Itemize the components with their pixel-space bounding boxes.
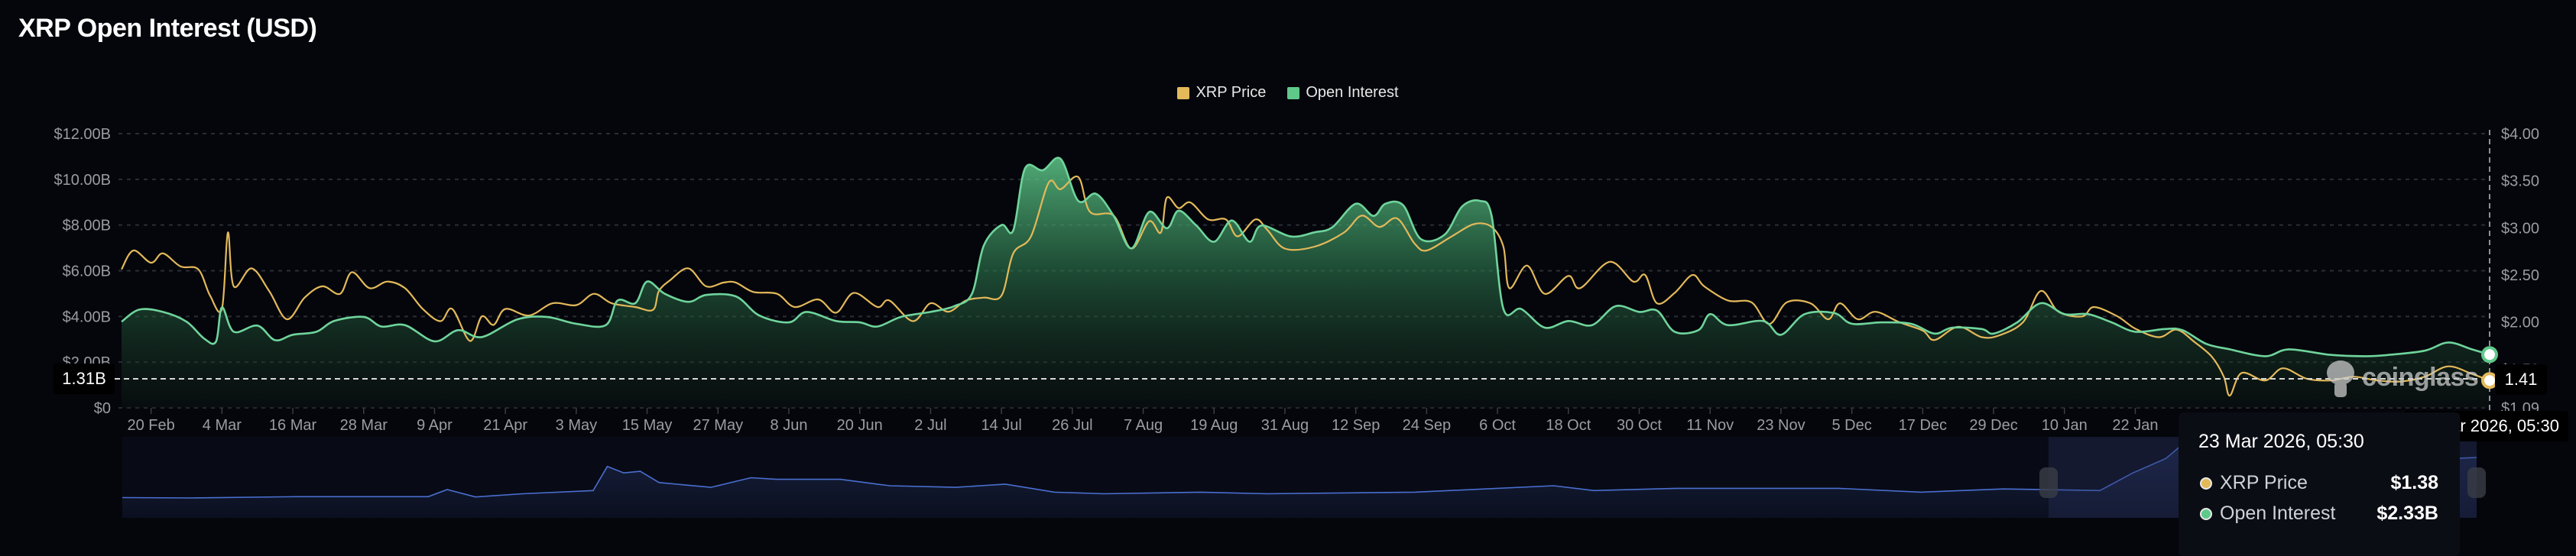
navigator-handle-right[interactable] bbox=[2467, 467, 2486, 498]
left-tick-label: $4.00B bbox=[63, 309, 111, 325]
watermark-text: coinglass bbox=[2362, 362, 2479, 392]
crosshair-right-value: 1.41 bbox=[2495, 364, 2547, 395]
x-tick-label: 31 Aug bbox=[1261, 417, 1309, 434]
x-tick-label: 6 Oct bbox=[1479, 417, 1516, 434]
x-tick-label: 2 Jul bbox=[914, 417, 946, 434]
left-tick-label: $0 bbox=[94, 400, 111, 417]
left-tick-label: $8.00B bbox=[63, 218, 111, 234]
left-tick-label: $12.00B bbox=[54, 126, 111, 143]
x-tick-label: 24 Sep bbox=[1403, 417, 1451, 434]
right-tick-label: $3.50 bbox=[2501, 173, 2539, 190]
x-tick-label: 14 Jul bbox=[981, 417, 1021, 434]
coinglass-logo-icon bbox=[2327, 360, 2354, 397]
open-interest-dot-icon bbox=[2200, 507, 2212, 520]
x-tick-label: 3 May bbox=[556, 417, 597, 434]
tooltip-label: XRP Price bbox=[2220, 472, 2308, 493]
tooltip-row-open-interest: Open Interest $2.33B bbox=[2200, 503, 2438, 525]
x-tick-label: 23 Nov bbox=[1757, 417, 1805, 434]
x-tick-label: 28 Mar bbox=[340, 417, 388, 434]
crosshair-left-value: 1.31B bbox=[54, 364, 115, 394]
open-interest-area bbox=[122, 157, 2490, 408]
tooltip-value: $2.33B bbox=[2376, 503, 2438, 524]
x-tick-label: 20 Jun bbox=[837, 417, 883, 434]
x-tick-label: 18 Oct bbox=[1546, 417, 1591, 434]
right-tick-label: $4.00 bbox=[2501, 126, 2539, 143]
x-tick-label: 7 Aug bbox=[1124, 417, 1163, 434]
x-tick-label: 10 Jan bbox=[2042, 417, 2088, 434]
right-tick-label: $3.00 bbox=[2501, 220, 2539, 237]
right-tick-label: $2.00 bbox=[2501, 315, 2539, 331]
x-tick-label: 21 Apr bbox=[483, 417, 527, 434]
x-tick-label: 22 Jan bbox=[2112, 417, 2158, 434]
left-tick-label: $10.00B bbox=[54, 172, 111, 189]
left-tick-label: $6.00B bbox=[63, 263, 111, 280]
x-tick-label: 15 May bbox=[622, 417, 673, 434]
x-tick-label: 26 Jul bbox=[1052, 417, 1092, 434]
x-tick-label: 29 Dec bbox=[1969, 417, 2017, 434]
tooltip-label: Open Interest bbox=[2220, 503, 2336, 524]
x-tick-label: 5 Dec bbox=[1832, 417, 1872, 434]
x-tick-label: 12 Sep bbox=[1332, 417, 1380, 434]
tooltip-value: $1.38 bbox=[2390, 472, 2438, 493]
x-tick-label: 16 Mar bbox=[269, 417, 317, 434]
x-tick-label: 9 Apr bbox=[417, 417, 453, 434]
open-interest-marker bbox=[2481, 346, 2498, 364]
x-tick-label: 19 Aug bbox=[1190, 417, 1238, 434]
x-tick-label: 8 Jun bbox=[771, 417, 808, 434]
x-tick-label: 4 Mar bbox=[203, 417, 242, 434]
x-tick-label: 27 May bbox=[693, 417, 743, 434]
coinglass-watermark: coinglass bbox=[2324, 356, 2479, 399]
navigator-handle-left[interactable] bbox=[2039, 467, 2058, 498]
tooltip: 23 Mar 2026, 05:30 XRP Price $1.38 Open … bbox=[2179, 412, 2460, 556]
x-tick-label: 30 Oct bbox=[1617, 417, 1662, 434]
right-tick-label: $2.50 bbox=[2501, 267, 2539, 284]
x-tick-label: 17 Dec bbox=[1899, 417, 1947, 434]
tooltip-date: 23 Mar 2026, 05:30 bbox=[2198, 431, 2364, 452]
x-tick-label: 11 Nov bbox=[1686, 417, 1734, 434]
navigator[interactable] bbox=[122, 437, 2486, 518]
x-axis: 20 Feb 4 Mar 16 Mar 28 Mar 9 Apr 21 Apr 3 May 1… bbox=[127, 408, 2158, 434]
x-tick-label: 20 Feb bbox=[127, 417, 174, 434]
tooltip-row-xrp-price: XRP Price $1.38 bbox=[2200, 472, 2438, 494]
xrp-price-dot-icon bbox=[2200, 477, 2212, 490]
